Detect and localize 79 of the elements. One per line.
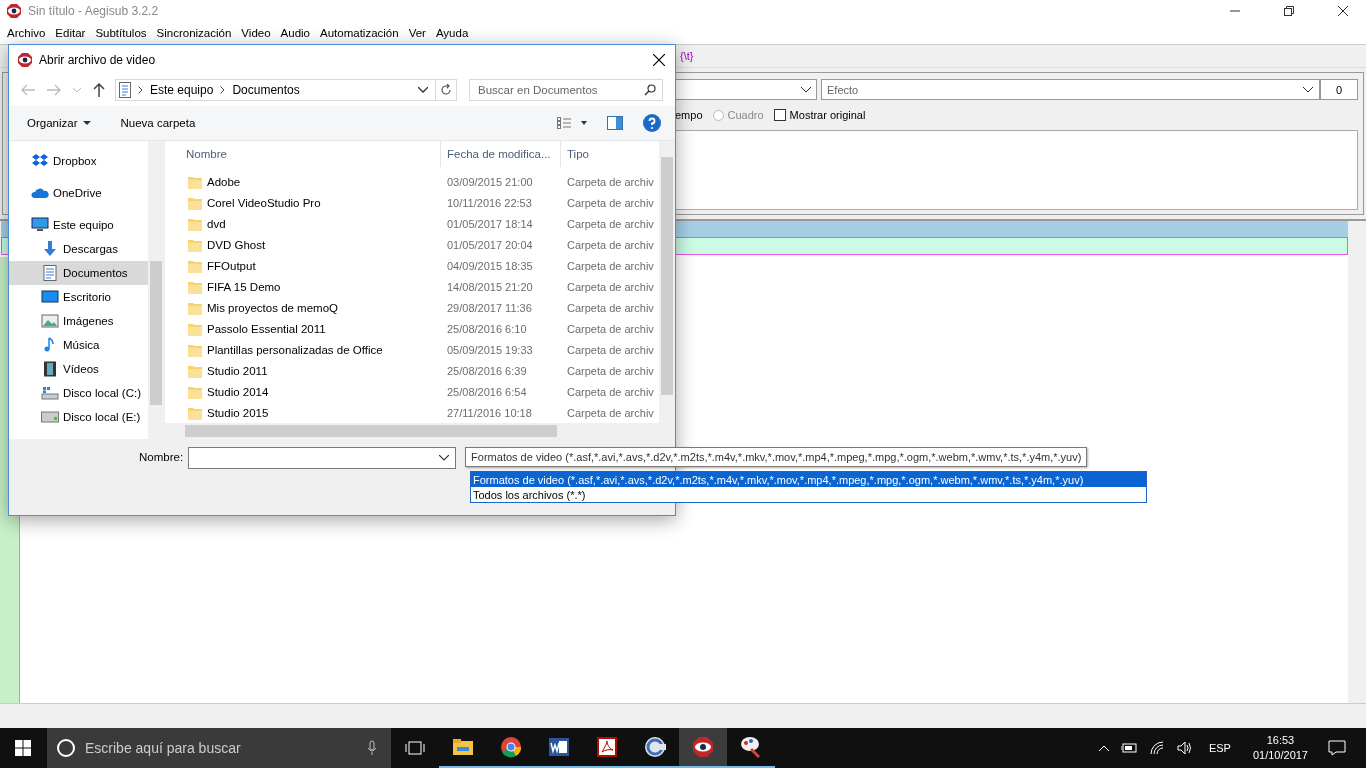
- sidebar-item[interactable]: Descargas: [9, 237, 148, 261]
- table-cell-text: Carpeta de archiv: [566, 217, 655, 230]
- file-name[interactable]: Plantillas personalizadas de Office: [165, 342, 441, 357]
- dropdown-option[interactable]: Formatos de video (*.asf,*.avi,*.avs,*.d2v,*.m2ts,*.m4v,*.mkv,*.mov,*.mp4,*.mpeg,*.mpg,*.ogm,*.webm,*.wmv,*.ts,*.y4m,*.yuv): [471, 472, 1146, 487]
- table-cell-text: Carpeta de archiv: [566, 343, 655, 356]
- dropdown-option[interactable]: Todos los archivos (*.*): [471, 487, 1146, 502]
- sidebar-item[interactable]: Este equipo: [9, 213, 148, 237]
- menu-item[interactable]: Editar: [50, 27, 91, 39]
- table-cell-text: 27/11/2016 10:18: [446, 406, 533, 419]
- organize-button[interactable]: Organizar: [27, 117, 91, 129]
- menu-item[interactable]: Sincronización: [151, 27, 237, 39]
- sidebar-item[interactable]: Música: [9, 333, 148, 357]
- sidebar-item[interactable]: Disco local (C:): [9, 381, 148, 405]
- address-bar[interactable]: Este equipo Documentos: [115, 79, 457, 101]
- table-cell-text: Carpeta de archiv: [566, 175, 655, 188]
- file-name[interactable]: Studio 2011: [165, 363, 441, 378]
- dialog-title: Abrir archivo de video: [39, 52, 156, 67]
- file-type-dropdown[interactable]: Formatos de video (*.asf,*.avi,*.avs,*.d2v,*.m2ts,*.m4v,*.mkv,*.mov,*.mp4,*.mpeg,*.mpg,*.ogm,*.webm,*.wmv,*.ts,*.y4m,*.yuv): [465, 447, 1088, 467]
- sidebar-item[interactable]: Disco local (E:): [9, 405, 148, 429]
- taskbar-search-field[interactable]: Escribe aquí para buscar: [47, 728, 391, 768]
- table-cell-text: Carpeta de archiv: [566, 301, 655, 314]
- menu-item[interactable]: Automatización: [315, 27, 404, 39]
- time-text: 16:53: [1266, 733, 1295, 748]
- sidebar-item[interactable]: Dropbox: [9, 149, 148, 173]
- sidebar-item[interactable]: Imágenes: [9, 309, 148, 333]
- new-folder-button[interactable]: Nueva carpeta: [120, 117, 196, 129]
- table-cell-text: Carpeta de archiv: [566, 406, 655, 419]
- menu-item[interactable]: Video: [236, 27, 276, 39]
- language-indicator[interactable]: ESP: [1208, 742, 1231, 754]
- table-cell-text: 10/11/2016 22:53: [446, 196, 533, 209]
- table-cell-text: Carpeta de archiv: [566, 280, 655, 293]
- column-header[interactable]: Fecha de modifica...: [441, 141, 561, 167]
- sidebar-item[interactable]: Escritorio: [9, 285, 148, 309]
- table-cell-text: Carpeta de archiv: [566, 364, 655, 377]
- table-cell-text: 03/09/2015 21:00: [446, 175, 534, 188]
- sidebar-item[interactable]: OneDrive: [9, 181, 148, 205]
- date-text: 01/10/2017: [1252, 748, 1308, 763]
- file-name[interactable]: Studio 2015: [165, 405, 441, 420]
- column-header[interactable]: Nombre: [165, 141, 441, 167]
- table-cell-text: Carpeta de archiv: [566, 385, 655, 398]
- menu-item[interactable]: Ayuda: [430, 27, 474, 39]
- table-cell-text: Carpeta de archiv: [566, 259, 655, 272]
- table-cell-text: 05/09/2015 19:33: [446, 343, 534, 356]
- clock[interactable]: 16:53 01/10/2017: [1252, 733, 1308, 763]
- menu-item[interactable]: Archivo: [2, 27, 51, 39]
- menu-item[interactable]: Ver: [403, 27, 431, 39]
- effect-field[interactable]: Efecto: [821, 79, 1320, 100]
- file-name[interactable]: DVD Ghost: [165, 237, 441, 252]
- table-cell-text: 25/08/2016 6:54: [446, 385, 528, 398]
- file-name[interactable]: Passolo Essential 2011: [165, 321, 441, 336]
- table-cell-text: 25/08/2016 6:39: [446, 364, 528, 377]
- file-name[interactable]: FFOutput: [165, 258, 441, 273]
- file-name[interactable]: FIFA 15 Demo: [165, 279, 441, 294]
- table-cell-text: 29/08/2017 11:36: [446, 301, 533, 314]
- table-cell-text: 25/08/2016 6:10: [446, 322, 528, 335]
- show-original-checkbox[interactable]: Mostrar original: [773, 109, 866, 121]
- table-cell-text: 14/08/2015 21:20: [446, 280, 534, 293]
- window-title: Sin título - Aegisub 3.2.2: [28, 4, 159, 18]
- sidebar-item[interactable]: Documentos: [9, 261, 148, 285]
- menu-item[interactable]: Audio: [275, 27, 315, 39]
- table-cell-text: Carpeta de archiv: [566, 322, 655, 335]
- layer-field[interactable]: 0: [1320, 79, 1358, 100]
- table-cell-text: 01/05/2017 20:04: [446, 238, 534, 251]
- file-name[interactable]: Studio 2014: [165, 384, 441, 399]
- table-cell-text: Carpeta de archiv: [566, 196, 655, 209]
- search-field[interactable]: Buscar en Documentos: [469, 79, 663, 101]
- table-cell-text: 04/09/2015 18:35: [446, 259, 534, 272]
- column-header[interactable]: Tipo: [561, 141, 659, 167]
- table-cell-text: Carpeta de archiv: [566, 238, 655, 251]
- transform-tag-button[interactable]: {\t}: [680, 50, 694, 62]
- radio-label[interactable]: empo: [675, 109, 703, 121]
- file-name[interactable]: Adobe: [165, 174, 441, 189]
- table-cell-text: 01/05/2017 18:14: [446, 217, 534, 230]
- sidebar-item[interactable]: Vídeos: [9, 357, 148, 381]
- field-label: Nombre:: [139, 451, 184, 463]
- file-name[interactable]: dvd: [165, 216, 441, 231]
- file-name[interactable]: Corel VideoStudio Pro: [165, 195, 441, 210]
- file-name[interactable]: Mis proyectos de memoQ: [165, 300, 441, 315]
- menu-item[interactable]: Subtítulos: [90, 27, 152, 39]
